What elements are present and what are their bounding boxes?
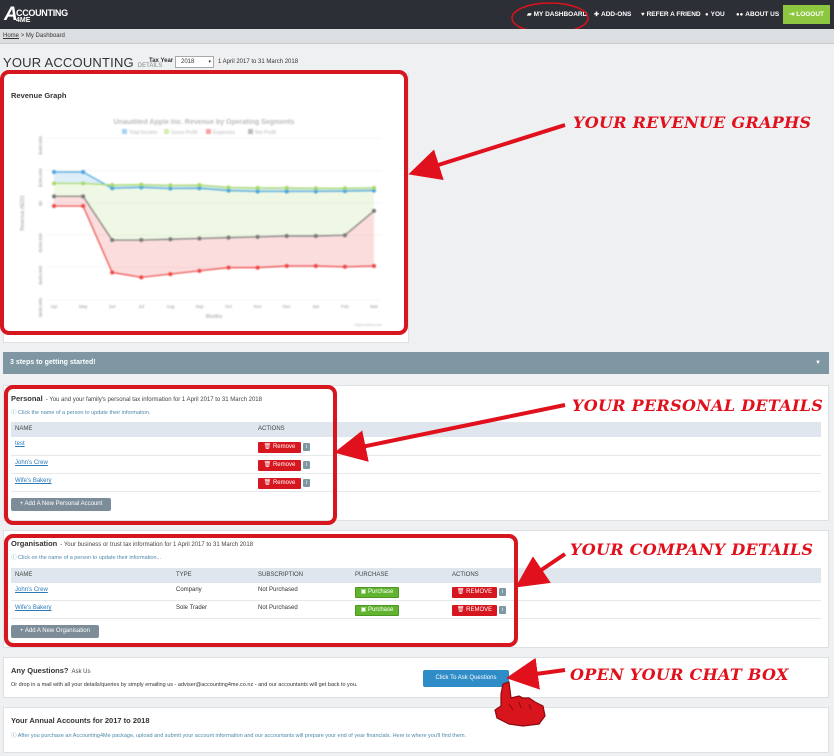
arrow-chat: [506, 657, 566, 690]
arrow-personal: [334, 403, 566, 462]
annotation-personal-details: YOUR PERSONAL DETAILS: [572, 396, 824, 415]
annotation-revenue-graphs: YOUR REVENUE GRAPHS: [573, 113, 812, 132]
annotation-chat-box: OPEN YOUR CHAT BOX: [570, 665, 789, 684]
annotation-company-details: YOUR COMPANY DETAILS: [570, 540, 814, 559]
arrow-company: [515, 552, 567, 588]
arrow-revenue: [408, 123, 566, 181]
